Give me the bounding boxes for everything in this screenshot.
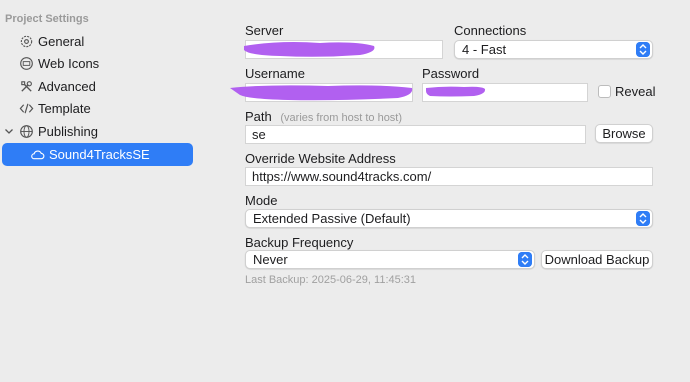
mode-select[interactable]: Extended Passive (Default): [245, 209, 653, 228]
path-hint: (varies from host to host): [280, 112, 403, 124]
sidebar: Project Settings General Web Icons Advan…: [0, 0, 200, 382]
username-label: Username: [245, 66, 305, 81]
sidebar-item-template[interactable]: Template: [0, 98, 200, 120]
code-icon: [19, 103, 34, 114]
chevron-up-down-icon: [636, 211, 650, 226]
chevron-down-icon[interactable]: [4, 124, 14, 139]
globe-icon: [20, 125, 33, 138]
chevron-up-down-icon: [518, 252, 532, 267]
reveal-checkbox[interactable]: [598, 85, 611, 98]
browse-button[interactable]: Browse: [595, 124, 653, 143]
backup-frequency-select[interactable]: Never: [245, 250, 535, 269]
sidebar-header: Project Settings: [5, 13, 89, 25]
sidebar-item-general[interactable]: General: [0, 31, 200, 53]
connections-value: 4 - Fast: [462, 42, 507, 57]
path-label-text: Path: [245, 109, 272, 124]
sidebar-item-publishing[interactable]: Publishing: [0, 121, 200, 143]
download-backup-button[interactable]: Download Backup: [541, 250, 653, 269]
mode-value: Extended Passive (Default): [253, 211, 411, 226]
server-label: Server: [245, 23, 284, 38]
sidebar-item-label: Publishing: [38, 124, 98, 139]
sidebar-item-sound4trackse[interactable]: Sound4TracksSE: [2, 143, 193, 166]
cloud-icon: [31, 150, 45, 160]
mode-label: Mode: [245, 193, 278, 208]
sidebar-item-advanced[interactable]: Advanced: [0, 76, 200, 98]
password-label: Password: [422, 66, 480, 81]
override-label: Override Website Address: [245, 151, 396, 166]
sidebar-item-label: Advanced: [38, 79, 96, 94]
connections-select[interactable]: 4 - Fast: [454, 40, 653, 59]
connections-label: Connections: [454, 23, 527, 38]
chevron-up-down-icon: [636, 42, 650, 57]
reveal-label: Reveal: [615, 84, 656, 99]
sidebar-item-label: General: [38, 34, 85, 49]
sidebar-item-web-icons[interactable]: Web Icons: [0, 53, 200, 75]
override-website-field[interactable]: https://www.sound4tracks.com/: [245, 167, 653, 186]
sidebar-item-label: Web Icons: [38, 56, 100, 71]
gear-icon: [20, 35, 33, 48]
tools-icon: [21, 81, 32, 92]
web-icons-icon: [20, 57, 33, 70]
backup-frequency-label: Backup Frequency: [245, 235, 354, 250]
backup-frequency-value: Never: [253, 252, 288, 267]
last-backup-text: Last Backup: 2025-06-29, 11:45:31: [245, 274, 417, 286]
path-field[interactable]: se: [245, 125, 586, 144]
sidebar-item-label: Sound4TracksSE: [49, 147, 150, 162]
sidebar-item-label: Template: [38, 101, 91, 116]
redaction-mark: [426, 86, 486, 97]
redaction-mark: [244, 42, 375, 57]
redaction-mark: [230, 85, 413, 101]
path-label: Path (varies from host to host): [245, 109, 402, 124]
